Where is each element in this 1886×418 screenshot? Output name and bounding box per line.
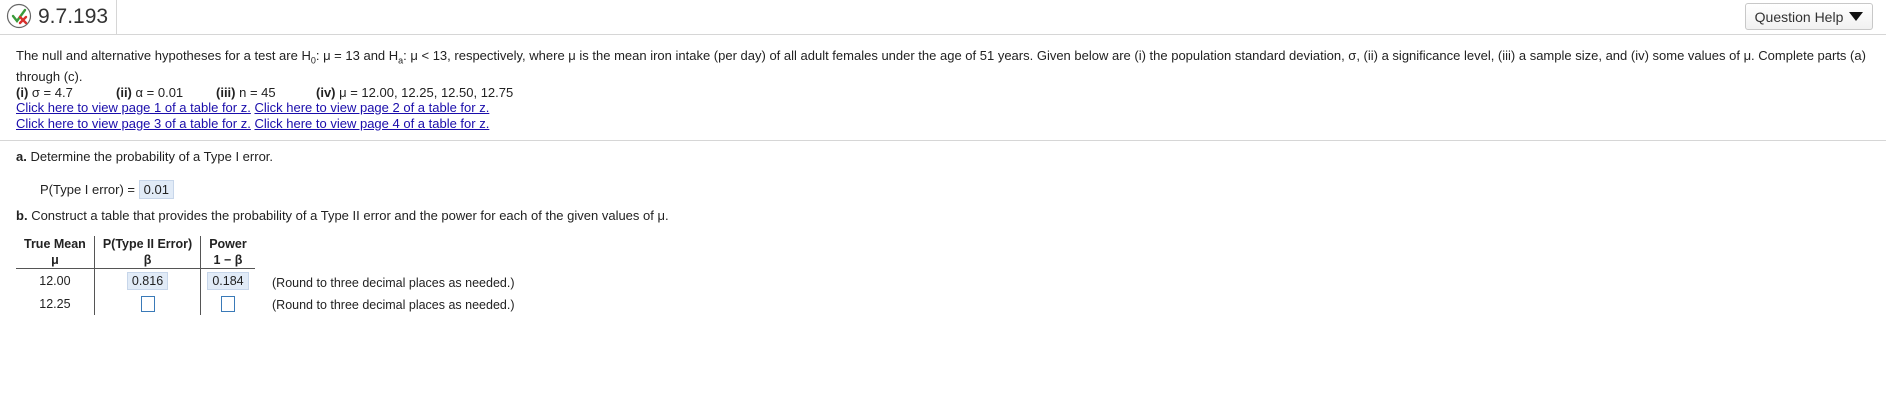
- header-mu-symbol: μ: [16, 252, 95, 269]
- question-content: The null and alternative hypotheses for …: [16, 48, 1876, 132]
- part-b-label: b.: [16, 208, 28, 223]
- param-alpha-label: (ii): [116, 84, 132, 100]
- type-i-error-label: P(Type I error) =: [40, 182, 135, 197]
- true-mean-cell: 12.25: [16, 292, 95, 315]
- power-answer[interactable]: 0.184: [207, 271, 249, 290]
- beta-answer[interactable]: 0.816: [126, 271, 169, 290]
- z-table-page-1-link[interactable]: Click here to view page 1 of a table for…: [16, 100, 251, 115]
- z-table-links: Click here to view page 1 of a table for…: [16, 100, 1876, 132]
- part-a-label: a.: [16, 149, 27, 164]
- z-table-page-2-link[interactable]: Click here to view page 2 of a table for…: [254, 100, 489, 115]
- header-true-mean: True Mean: [16, 236, 95, 252]
- stem-text-1: The null and alternative hypotheses for …: [16, 48, 311, 63]
- param-sigma-label: (i): [16, 84, 29, 100]
- question-help-button[interactable]: Question Help: [1745, 3, 1873, 30]
- param-mu-value: μ = 12.00, 12.25, 12.50, 12.75: [339, 84, 514, 100]
- z-table-page-4-link[interactable]: Click here to view page 4 of a table for…: [254, 116, 489, 131]
- power-cell: [201, 292, 255, 315]
- type-i-error-answer[interactable]: 0.01: [138, 180, 174, 199]
- type-ii-error-table: True Mean P(Type II Error) Power μ β 1 −…: [16, 236, 255, 315]
- part-b-text: Construct a table that provides the prob…: [31, 208, 669, 223]
- param-sigma: (i) σ = 4.7: [16, 85, 116, 100]
- part-b-prompt: b. Construct a table that provides the p…: [16, 208, 669, 223]
- beta-input[interactable]: [140, 295, 155, 312]
- header-type-ii-error: P(Type II Error): [94, 236, 202, 252]
- part-a-answer: P(Type I error) = 0.01: [40, 180, 174, 199]
- header-one-minus-beta: 1 − β: [200, 252, 255, 269]
- question-header: 9.7.193 Question Help: [0, 0, 1886, 35]
- power-input[interactable]: [220, 295, 235, 312]
- partial-correct-status-icon: [6, 3, 32, 29]
- round-note: (Round to three decimal places as needed…: [272, 276, 515, 290]
- question-stem: The null and alternative hypotheses for …: [16, 48, 1876, 85]
- question-id: 9.7.193: [38, 5, 109, 28]
- section-divider: [0, 140, 1886, 141]
- param-sigma-value: σ = 4.7: [31, 84, 73, 100]
- param-alpha: (ii) α = 0.01: [116, 85, 216, 100]
- param-mu: (iv) μ = 12.00, 12.25, 12.50, 12.75: [316, 85, 513, 100]
- part-a-prompt: a. Determine the probability of a Type I…: [16, 149, 273, 164]
- param-mu-label: (iv): [316, 84, 336, 100]
- header-divider: [116, 0, 117, 34]
- table-row: 12.00 0.816 0.184: [16, 268, 255, 293]
- param-n: (iii) n = 45: [216, 85, 316, 100]
- question-help-label: Question Help: [1754, 8, 1844, 25]
- table-row: 12.25: [16, 292, 255, 315]
- power-cell: 0.184: [201, 269, 255, 293]
- z-table-page-3-link[interactable]: Click here to view page 3 of a table for…: [16, 116, 251, 131]
- header-beta-symbol: β: [94, 252, 202, 269]
- param-n-value: n = 45: [239, 84, 276, 100]
- beta-cell: 0.816: [94, 268, 202, 292]
- given-parameters: (i) σ = 4.7 (ii) α = 0.01 (iii) n = 45 (…: [16, 85, 1876, 100]
- round-note: (Round to three decimal places as needed…: [272, 298, 515, 312]
- true-mean-cell: 12.00: [16, 268, 95, 292]
- param-alpha-value: α = 0.01: [135, 84, 184, 100]
- beta-cell: [94, 292, 202, 315]
- header-power: Power: [209, 237, 247, 251]
- part-a-text: Determine the probability of a Type I er…: [30, 149, 274, 164]
- stem-text-2: : μ = 13 and H: [315, 48, 399, 63]
- param-n-label: (iii): [216, 84, 236, 100]
- dropdown-arrow-icon: [1849, 12, 1864, 21]
